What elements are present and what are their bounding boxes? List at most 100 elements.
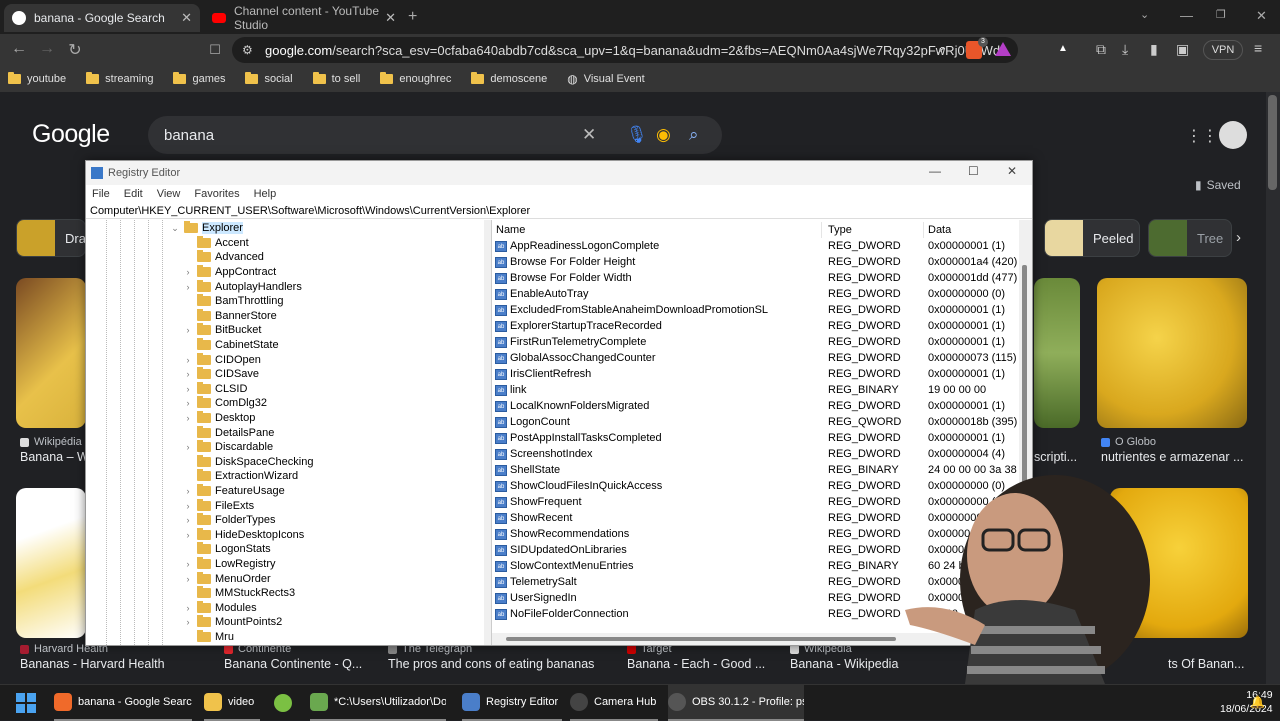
- expand-arrow-icon[interactable]: ›: [183, 282, 193, 292]
- address-bar[interactable]: google.com/search?sca_esv=0cfaba640abdb7…: [232, 37, 1018, 63]
- tree-node[interactable]: MMStuckRects3: [183, 586, 295, 601]
- clear-search-icon[interactable]: ✕: [582, 125, 596, 145]
- tab-youtube-studio[interactable]: Channel content - YouTube Studio ✕: [204, 4, 404, 32]
- tree-node[interactable]: BamThrottling: [183, 294, 283, 309]
- tree-node[interactable]: › FeatureUsage: [183, 484, 285, 499]
- result-image[interactable]: [16, 278, 86, 428]
- registry-value-row[interactable]: ab GlobalAssocChangedCounter REG_DWORD 0x00…: [492, 350, 1032, 366]
- chip-tree[interactable]: Tree: [1148, 219, 1232, 257]
- close-tab-icon[interactable]: ✕: [385, 10, 396, 26]
- saved-link[interactable]: ▮ Saved: [1195, 178, 1241, 192]
- bookmark-folder-games[interactable]: games: [173, 72, 225, 85]
- lens-icon[interactable]: ◉: [656, 125, 671, 145]
- menu-view[interactable]: View: [157, 188, 181, 200]
- column-header-data[interactable]: Data: [924, 222, 1032, 238]
- avatar[interactable]: [1219, 121, 1247, 149]
- new-tab-icon[interactable]: +: [408, 8, 417, 26]
- minimize-icon[interactable]: —: [929, 164, 941, 178]
- maximize-icon[interactable]: ☐: [968, 164, 979, 178]
- tree-node[interactable]: › ComDlg32: [183, 396, 267, 411]
- result-title[interactable]: The pros and cons of eating bananas: [388, 657, 618, 671]
- expand-arrow-icon[interactable]: ›: [183, 515, 193, 525]
- menu-help[interactable]: Help: [254, 188, 277, 200]
- column-header-type[interactable]: Type: [824, 222, 924, 238]
- expand-arrow-icon[interactable]: ›: [183, 355, 193, 365]
- registry-value-row[interactable]: ab FirstRunTelemetryComplete REG_DWORD 0x00…: [492, 334, 1032, 350]
- registry-address-bar[interactable]: Computer\HKEY_CURRENT_USER\Software\Micr…: [86, 203, 1032, 219]
- tree-node[interactable]: › Modules: [183, 600, 257, 616]
- tree-node[interactable]: › MenuOrder: [183, 571, 271, 586]
- brave-rewards-triangle-icon[interactable]: [995, 42, 1011, 56]
- tree-node[interactable]: › FileExts: [183, 498, 254, 513]
- close-window-icon[interactable]: ✕: [1007, 164, 1017, 178]
- share-icon[interactable]: ↗: [936, 43, 946, 57]
- page-scrollbar-thumb[interactable]: [1268, 95, 1277, 190]
- expand-arrow-icon[interactable]: ›: [183, 398, 193, 408]
- bookmark-folder-demoscene[interactable]: demoscene: [471, 72, 547, 85]
- tree-node-explorer[interactable]: ⌄ Explorer: [170, 221, 243, 236]
- bookmark-folder-social[interactable]: social: [245, 72, 293, 85]
- tree-node[interactable]: Advanced: [183, 250, 264, 265]
- windows-start-icon[interactable]: [16, 693, 36, 713]
- result-title[interactable]: Banana Continente - Q...: [224, 657, 369, 671]
- tree-node[interactable]: › AutoplayHandlers: [183, 279, 302, 294]
- expand-arrow-icon[interactable]: ›: [183, 369, 193, 379]
- tree-node[interactable]: › FolderTypes: [183, 513, 276, 528]
- values-hscroll-thumb[interactable]: [506, 637, 896, 641]
- registry-value-row[interactable]: ab Browse For Folder Height REG_DWORD 0x000…: [492, 254, 1032, 270]
- bookmark-folder-enoughrec[interactable]: enoughrec: [380, 72, 451, 85]
- tab-google-search[interactable]: banana - Google Search ✕: [4, 4, 200, 32]
- taskbar-obs[interactable]: OBS 30.1.2 - Profile: pse: [668, 685, 804, 721]
- registry-value-row[interactable]: ab ExplorerStartupTraceRecorded REG_DWORD 0…: [492, 318, 1032, 334]
- collapse-arrow-icon[interactable]: ⌄: [170, 223, 180, 234]
- result-title[interactable]: Bananas - Harvard Health: [20, 657, 210, 671]
- tree-node[interactable]: › HideDesktopIcons: [183, 527, 304, 543]
- chips-next-icon[interactable]: ›: [1236, 229, 1241, 246]
- tree-node[interactable]: ExtractionWizard: [183, 469, 298, 484]
- menu-edit[interactable]: Edit: [124, 188, 143, 200]
- result-image[interactable]: [1097, 278, 1247, 428]
- taskbar-registry-editor[interactable]: Registry Editor: [462, 685, 562, 721]
- vpn-button[interactable]: VPN: [1203, 40, 1243, 60]
- registry-value-row[interactable]: ab link REG_BINARY 19 00 00 00: [492, 382, 1032, 398]
- download-icon[interactable]: ⤓: [1122, 41, 1128, 58]
- tree-node[interactable]: › LowRegistry: [183, 557, 276, 572]
- taskbar-notepad[interactable]: *C:\Users\Utilizador\Do: [310, 685, 446, 721]
- extensions-icon[interactable]: ⧉: [1096, 41, 1106, 58]
- expand-arrow-icon[interactable]: ›: [183, 559, 193, 569]
- expand-arrow-icon[interactable]: ›: [183, 617, 193, 627]
- registry-value-row[interactable]: ab ExcludedFromStableAnaheimDownloadPromo…: [492, 302, 1032, 318]
- result-title[interactable]: Banana – W: [20, 450, 86, 464]
- result-title[interactable]: Banana - Each - Good ...: [627, 657, 777, 671]
- taskbar-video-folder[interactable]: video: [204, 685, 260, 721]
- tree-node[interactable]: Mru: [183, 630, 234, 645]
- tree-node[interactable]: › CIDOpen: [183, 352, 261, 367]
- tree-node[interactable]: BannerStore: [183, 308, 277, 324]
- tab-search-icon[interactable]: ⌄: [1140, 8, 1149, 21]
- tree-node[interactable]: › BitBucket: [183, 323, 261, 338]
- tree-node[interactable]: › MountPoints2: [183, 615, 282, 630]
- result-title[interactable]: ts Of Banan...: [1168, 657, 1246, 671]
- wallet-icon[interactable]: ▣: [1176, 41, 1189, 58]
- registry-value-row[interactable]: ab LogonCount REG_QWORD 0x0000018b (395): [492, 414, 1032, 430]
- tree-node[interactable]: › Desktop: [183, 411, 255, 426]
- expand-arrow-icon[interactable]: ›: [183, 442, 193, 452]
- expand-arrow-icon[interactable]: ›: [183, 325, 193, 335]
- notification-bell-icon[interactable]: 🔔: [1250, 695, 1265, 709]
- close-window-icon[interactable]: ✕: [1256, 8, 1267, 24]
- expand-arrow-icon[interactable]: ›: [183, 413, 193, 423]
- menu-file[interactable]: File: [92, 188, 110, 200]
- bookmark-icon[interactable]: ☐: [204, 42, 226, 58]
- bookmark-visual-event[interactable]: ◍ Visual Event: [567, 72, 644, 86]
- sidebar-icon[interactable]: ▮: [1150, 41, 1158, 58]
- apps-grid-icon[interactable]: ⋮⋮: [1186, 126, 1218, 146]
- tree-node[interactable]: LogonStats: [183, 542, 271, 557]
- registry-value-row[interactable]: ab IrisClientRefresh REG_DWORD 0x00000001 (…: [492, 366, 1032, 382]
- reload-icon[interactable]: ↻: [64, 40, 86, 60]
- taskbar-app[interactable]: [274, 685, 296, 721]
- expand-arrow-icon[interactable]: ›: [183, 530, 193, 540]
- chip-dra[interactable]: Dra: [16, 219, 86, 257]
- search-icon[interactable]: ⌕: [689, 125, 699, 145]
- minimize-icon[interactable]: —: [1180, 8, 1193, 23]
- bookmark-folder-youtube[interactable]: youtube: [8, 72, 66, 85]
